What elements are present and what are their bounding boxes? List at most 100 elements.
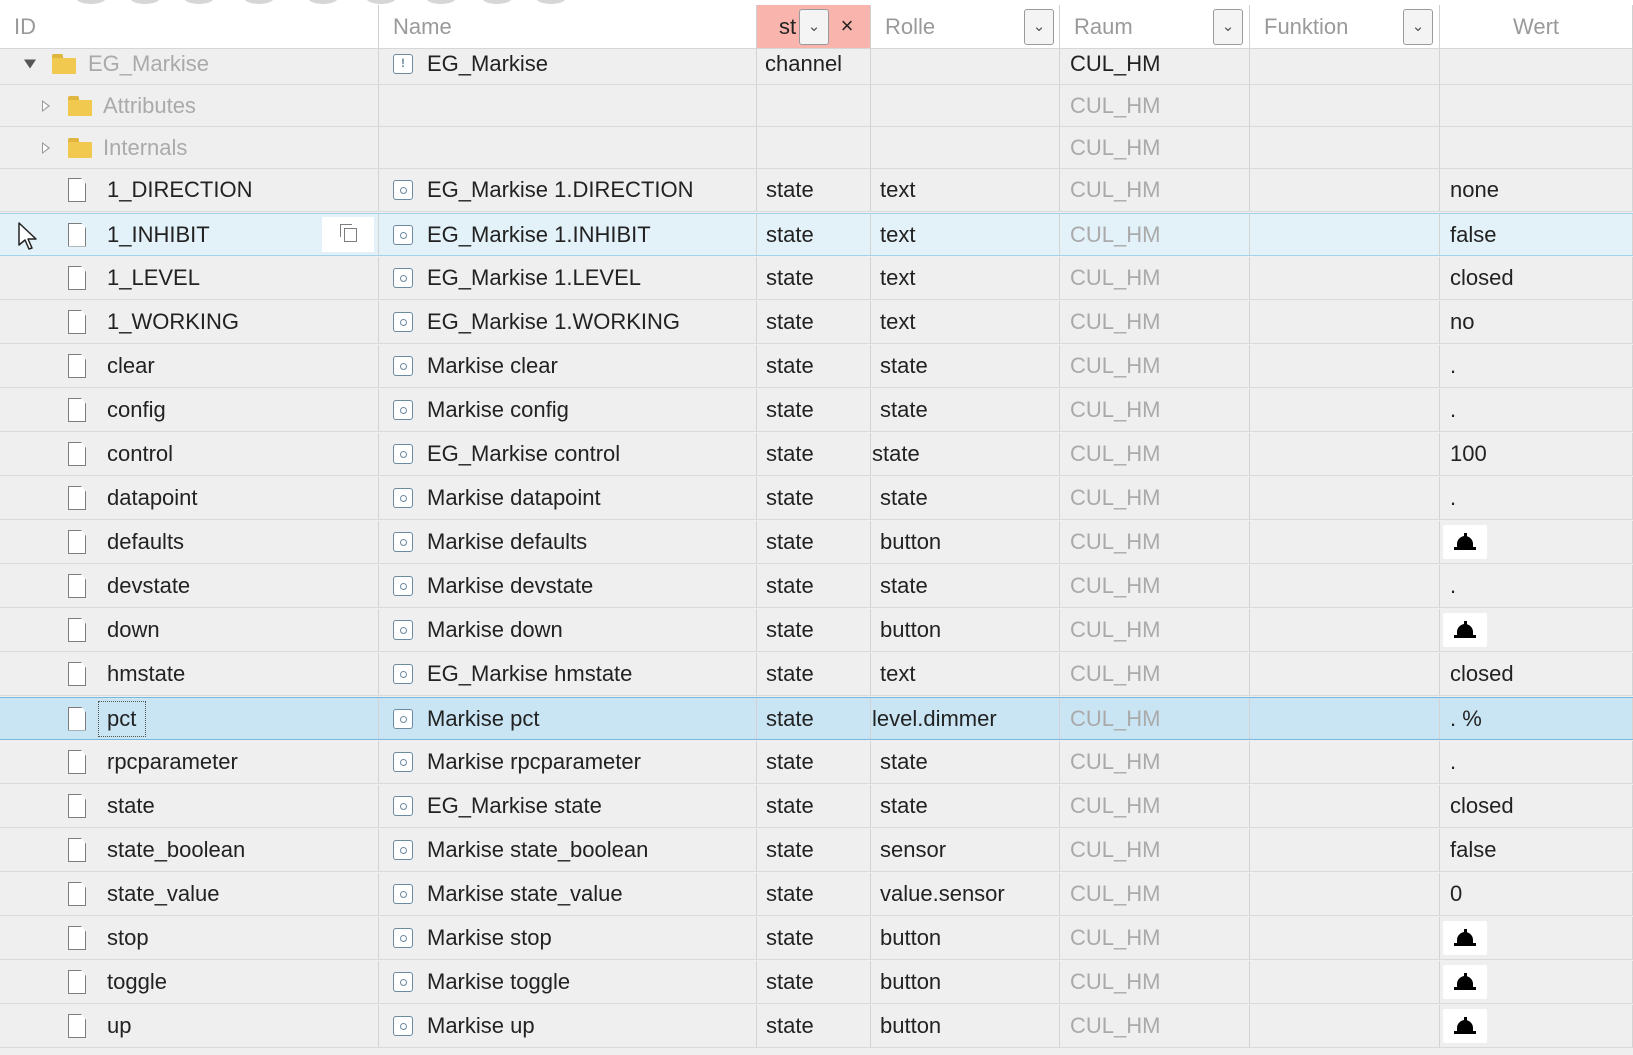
copy-button[interactable]	[322, 217, 374, 252]
table-row[interactable]: 1_LEVEL EG_Markise 1.LEVEL state text CUL_HM…	[0, 257, 1633, 300]
row-type-label: state	[766, 793, 814, 818]
table-row[interactable]: pct Markise pct state level.dimmer CUL_HM . %	[0, 697, 1633, 740]
object-table: ID Name st ⌄ × Rolle ⌄ Raum ⌄ Funktion ⌄…	[0, 5, 1633, 1055]
column-header-function-label: Funktion	[1264, 14, 1349, 39]
cell-room: CUL_HM	[1060, 345, 1250, 387]
table-row-folder[interactable]: Attributes CUL_HM	[0, 85, 1633, 127]
file-icon	[68, 310, 86, 334]
cell-role: text	[871, 257, 1060, 299]
trigger-button[interactable]	[1443, 965, 1487, 999]
cell-room: CUL_HM	[1060, 257, 1250, 299]
top-shadow	[76, 0, 106, 4]
table-row[interactable]: 1_DIRECTION EG_Markise 1.DIRECTION state te…	[0, 169, 1633, 212]
row-name-label: Markise devstate	[427, 573, 594, 598]
folder-body	[68, 99, 92, 116]
cell-name	[379, 127, 757, 168]
cell-value: . %	[1440, 698, 1633, 739]
table-row[interactable]: defaults Markise defaults state button CUL_H…	[0, 521, 1633, 564]
room-filter-dropdown-button[interactable]: ⌄	[1213, 9, 1243, 45]
file-icon	[68, 354, 86, 378]
cell-value	[1440, 1005, 1633, 1047]
function-filter-dropdown-button[interactable]: ⌄	[1403, 9, 1433, 45]
bell-base	[1454, 943, 1476, 946]
type-filter-dropdown-button[interactable]: ⌄	[799, 9, 829, 45]
cell-type: state	[757, 389, 871, 431]
trigger-button[interactable]	[1443, 525, 1487, 559]
cell-role: state	[871, 345, 1060, 387]
state-icon	[393, 620, 413, 640]
table-row[interactable]: state EG_Markise state state state CUL_HM clo…	[0, 785, 1633, 828]
table-row-channel[interactable]: EG_Markise! EG_Markise channel CUL_HM	[0, 43, 1633, 85]
row-id-label: defaults	[107, 529, 185, 554]
cell-name: ! EG_Markise	[379, 43, 757, 84]
cell-name: EG_Markise hmstate	[379, 653, 757, 695]
cell-type: state	[757, 741, 871, 783]
row-type-label: state	[766, 661, 814, 686]
row-room-label: CUL_HM	[1070, 265, 1161, 290]
table-row[interactable]: state_boolean Markise state_boolean state s…	[0, 829, 1633, 872]
cell-type: state	[757, 609, 871, 651]
table-row[interactable]: 1_WORKING EG_Markise 1.WORKING state text CU…	[0, 301, 1633, 344]
cell-room: CUL_HM	[1060, 1005, 1250, 1047]
trigger-button[interactable]	[1443, 613, 1487, 647]
row-value-label: 100	[1450, 441, 1487, 466]
cell-room: CUL_HM	[1060, 127, 1250, 168]
cell-function	[1250, 565, 1440, 607]
table-row[interactable]: clear Markise clear state state CUL_HM.	[0, 345, 1633, 388]
table-row[interactable]: hmstate EG_Markise hmstate state text CUL_HM…	[0, 653, 1633, 696]
collapse-arrow-icon[interactable]	[24, 59, 36, 68]
state-icon	[393, 180, 413, 200]
cell-room: CUL_HM	[1060, 741, 1250, 783]
expand-arrow-icon[interactable]	[42, 99, 50, 112]
table-row[interactable]: rpcparameter Markise rpcparameter state sta…	[0, 741, 1633, 784]
row-id-label: Attributes	[103, 92, 196, 118]
table-row-folder[interactable]: Internals CUL_HM	[0, 127, 1633, 169]
table-row[interactable]: 1_INHIBIT EG_Markise 1.INHIBIT state text CU…	[0, 213, 1633, 256]
row-name-label: Markise datapoint	[427, 485, 601, 510]
trigger-button[interactable]	[1443, 1009, 1487, 1043]
cell-function	[1250, 389, 1440, 431]
row-value-label: .	[1450, 353, 1457, 378]
cell-value: .	[1440, 477, 1633, 519]
mouse-pointer-icon	[18, 222, 37, 250]
table-row[interactable]: control EG_Markise control state state CUL_H…	[0, 433, 1633, 476]
table-row[interactable]: devstate Markise devstate state state CUL_HM…	[0, 565, 1633, 608]
cell-type: state	[757, 917, 871, 959]
copy-icon	[340, 223, 357, 242]
row-room-label: CUL_HM	[1070, 1013, 1161, 1038]
state-icon	[393, 884, 413, 904]
table-row[interactable]: up Markise up state button CUL_HM	[0, 1005, 1633, 1048]
row-id-label: toggle	[107, 969, 167, 994]
cell-function	[1250, 741, 1440, 783]
row-name-label: EG_Markise	[427, 50, 549, 76]
row-type-label: state	[766, 221, 814, 247]
row-value-label: .	[1450, 749, 1457, 774]
row-room-label: CUL_HM	[1070, 925, 1161, 950]
state-icon	[393, 488, 413, 508]
table-row[interactable]: toggle Markise toggle state button CUL_HM	[0, 961, 1633, 1004]
row-role-label: state	[880, 749, 928, 774]
bell-base	[1454, 1031, 1476, 1034]
table-row[interactable]: datapoint Markise datapoint state state CUL_…	[0, 477, 1633, 520]
table-row[interactable]: state_value Markise state_value state value…	[0, 873, 1633, 916]
file-icon	[68, 794, 86, 818]
row-value-label: .	[1450, 397, 1457, 422]
row-type-label: state	[766, 573, 814, 598]
column-header-id-label: ID	[14, 14, 36, 39]
trigger-button[interactable]	[1443, 921, 1487, 955]
table-row[interactable]: down Markise down state button CUL_HM	[0, 609, 1633, 652]
cell-value: false	[1440, 829, 1633, 871]
file-icon	[68, 266, 86, 290]
cell-name: Markise toggle	[379, 961, 757, 1003]
cell-id: state	[0, 785, 379, 827]
file-icon	[68, 530, 86, 554]
table-row[interactable]: stop Markise stop state button CUL_HM	[0, 917, 1633, 960]
row-room-label: CUL_HM	[1070, 441, 1161, 466]
table-row[interactable]: config Markise config state state CUL_HM.	[0, 389, 1633, 432]
row-role-label: text	[880, 309, 916, 334]
role-filter-dropdown-button[interactable]: ⌄	[1024, 9, 1054, 45]
state-icon	[393, 972, 413, 992]
expand-arrow-icon[interactable]	[42, 141, 50, 154]
row-room-label: CUL_HM	[1070, 969, 1161, 994]
state-icon	[393, 1016, 413, 1036]
